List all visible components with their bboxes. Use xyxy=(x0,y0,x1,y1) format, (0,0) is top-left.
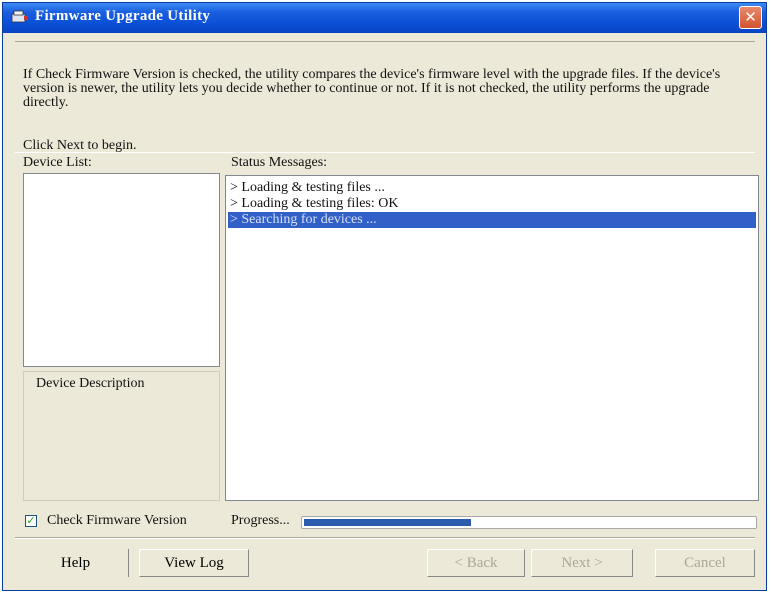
window-title: Firmware Upgrade Utility xyxy=(35,8,211,24)
device-list-label: Device List: xyxy=(23,155,92,170)
app-icon xyxy=(11,10,28,23)
view-log-button[interactable]: View Log xyxy=(139,549,249,577)
firmware-upgrade-window: Firmware Upgrade Utility ✕ If Check Firm… xyxy=(2,2,767,591)
check-firmware-checkbox[interactable]: ✓ xyxy=(25,515,37,527)
check-firmware-label[interactable]: Check Firmware Version xyxy=(47,513,187,529)
title-bar[interactable]: Firmware Upgrade Utility ✕ xyxy=(3,3,766,33)
status-messages-label: Status Messages: xyxy=(231,155,328,170)
next-button[interactable]: Next > xyxy=(531,549,633,577)
intro-text: If Check Firmware Version is checked, th… xyxy=(23,67,721,110)
progress-bar xyxy=(301,516,757,529)
divider xyxy=(15,537,755,539)
intro-panel: If Check Firmware Version is checked, th… xyxy=(15,41,755,153)
device-list[interactable] xyxy=(23,173,220,367)
progress-bar-fill xyxy=(304,519,471,526)
checkmark-icon: ✓ xyxy=(26,514,36,527)
progress-label: Progress... xyxy=(231,513,290,528)
status-message[interactable]: > Loading & testing files ... xyxy=(228,180,756,196)
device-description-panel: Device Description xyxy=(23,371,220,501)
status-message[interactable]: > Loading & testing files: OK xyxy=(228,196,756,212)
cancel-button[interactable]: Cancel xyxy=(655,549,755,577)
device-description-label: Device Description xyxy=(36,376,145,391)
status-message-selected[interactable]: > Searching for devices ... xyxy=(228,212,756,228)
close-button[interactable]: ✕ xyxy=(739,6,762,29)
close-icon: ✕ xyxy=(744,8,757,26)
help-button[interactable]: Help xyxy=(23,549,129,577)
back-button[interactable]: < Back xyxy=(427,549,525,577)
intro-begin-text: Click Next to begin. xyxy=(23,138,137,153)
status-messages-list[interactable]: > Loading & testing files ... > Loading … xyxy=(225,175,759,501)
